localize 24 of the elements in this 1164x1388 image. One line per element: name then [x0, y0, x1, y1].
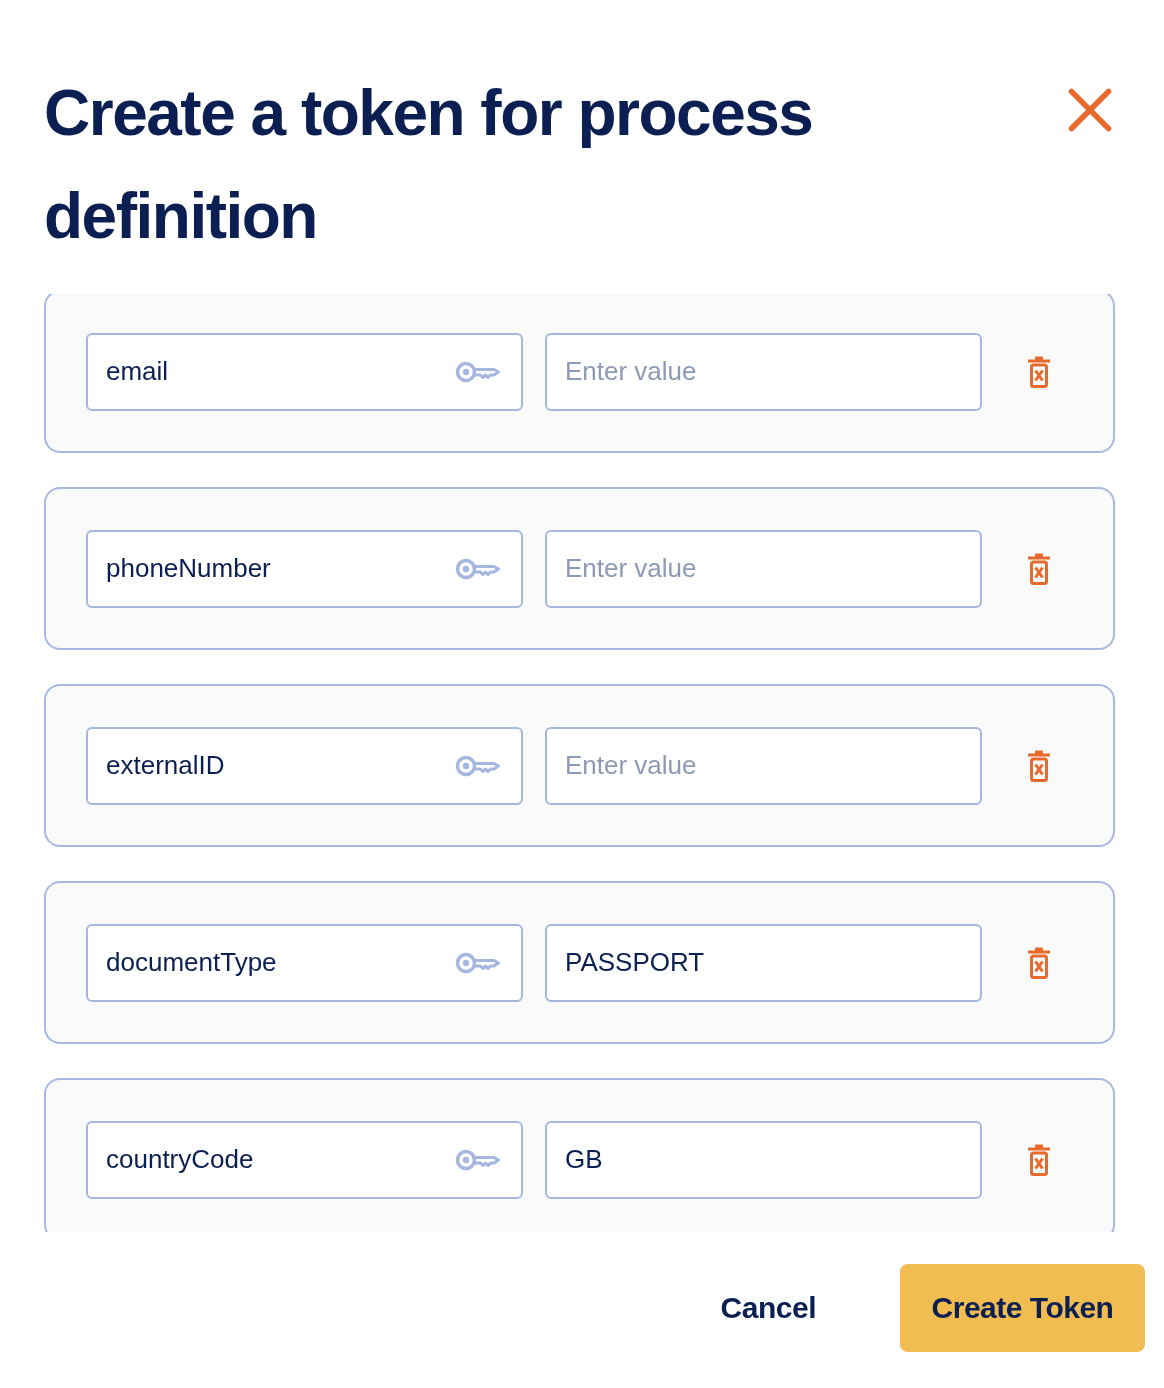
key-icon — [455, 950, 501, 975]
key-field[interactable]: externalID — [86, 726, 523, 805]
key-field[interactable]: documentType — [86, 923, 523, 1002]
key-field[interactable]: email — [86, 332, 523, 411]
cancel-button[interactable]: Cancel — [692, 1264, 844, 1352]
value-field[interactable]: Enter value — [545, 529, 982, 608]
trash-icon[interactable] — [1027, 1143, 1050, 1176]
trash-icon[interactable] — [1027, 552, 1050, 585]
key-field[interactable]: phoneNumber — [86, 529, 523, 608]
value-field[interactable]: PASSPORT — [545, 923, 982, 1002]
value-field[interactable]: GB — [545, 1120, 982, 1199]
value-field[interactable]: Enter value — [545, 332, 982, 411]
key-icon — [455, 1147, 501, 1172]
key-icon — [455, 753, 501, 778]
create-token-button[interactable]: Create Token — [900, 1264, 1145, 1352]
close-icon[interactable] — [1068, 88, 1112, 132]
trash-icon[interactable] — [1027, 355, 1050, 388]
value-field[interactable]: Enter value — [545, 726, 982, 805]
key-icon — [455, 556, 501, 581]
dialog-title: Create a token for process definition — [44, 76, 814, 254]
trash-icon[interactable] — [1027, 946, 1050, 979]
key-icon — [455, 359, 501, 384]
key-field[interactable]: countryCode — [86, 1120, 523, 1199]
trash-icon[interactable] — [1027, 749, 1050, 782]
